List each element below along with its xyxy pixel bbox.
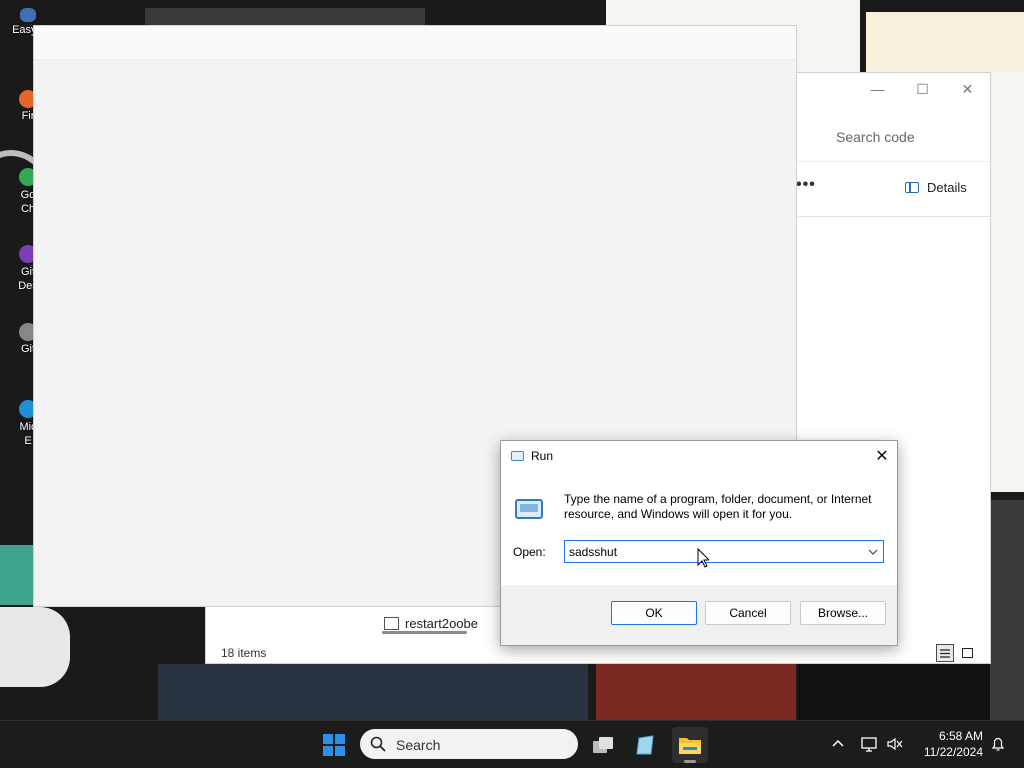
open-combobox[interactable] <box>564 540 884 563</box>
list-view-icon <box>940 648 950 658</box>
wallpaper-thumbs-bottom <box>158 664 588 720</box>
taskbar-app-button[interactable] <box>628 727 664 763</box>
status-item-count: 18 items <box>221 646 267 660</box>
file-explorer-taskbar-button[interactable] <box>672 727 708 763</box>
wallpaper-teal-panel <box>0 545 34 605</box>
wallpaper-thumb-strip <box>145 8 425 26</box>
minimize-button[interactable]: — <box>855 73 900 105</box>
ok-button[interactable]: OK <box>611 601 697 625</box>
chevron-up-icon <box>832 739 844 747</box>
start-button[interactable] <box>318 729 350 761</box>
volume-button[interactable] <box>885 734 905 754</box>
horizontal-scrollbar[interactable] <box>382 631 467 634</box>
run-app-icon <box>511 451 524 461</box>
cancel-button[interactable]: Cancel <box>705 601 791 625</box>
open-label: Open: <box>513 545 546 559</box>
network-status-button[interactable] <box>860 734 880 754</box>
tiles-view-button[interactable] <box>958 644 976 662</box>
more-options-button[interactable]: ••• <box>796 176 816 194</box>
active-indicator <box>684 760 696 763</box>
close-button[interactable]: ✕ <box>945 73 990 105</box>
show-hidden-icons-button[interactable] <box>829 734 847 752</box>
mouse-cursor-icon <box>697 548 709 568</box>
maximize-button[interactable]: ☐ <box>900 73 945 105</box>
browse-button[interactable]: Browse... <box>800 601 886 625</box>
notification-button[interactable] <box>988 734 1008 754</box>
blank-window-titlebar[interactable] <box>34 26 796 60</box>
easybcd-icon <box>20 8 36 22</box>
search-icon <box>370 736 386 752</box>
wallpaper-cartoon-right <box>866 12 1024 72</box>
task-view-icon <box>593 737 613 753</box>
taskbar-search-box[interactable]: Search <box>360 729 578 759</box>
app-icon <box>636 735 654 755</box>
network-icon <box>861 737 877 752</box>
wallpaper-terminal-text <box>798 664 990 720</box>
details-view-button[interactable] <box>936 644 954 662</box>
run-description: Type the name of a program, folder, docu… <box>564 492 872 521</box>
run-dialog-title: Run <box>531 449 554 463</box>
tiles-view-icon <box>961 648 973 658</box>
clock-time: 6:58 AM <box>938 729 983 743</box>
clock-date: 11/22/2024 <box>923 745 983 759</box>
taskbar-clock[interactable]: 6:58 AM 11/22/2024 <box>915 728 983 760</box>
file-explorer-icon <box>679 738 701 754</box>
view-toggle <box>936 644 976 662</box>
open-input[interactable] <box>569 543 859 560</box>
run-dialog[interactable]: Run ✕ Type the name of a program, folder… <box>500 440 898 646</box>
wallpaper-photo-bottom-right <box>990 500 1024 720</box>
taskbar: Search 6:58 AM 11/22/2024 <box>0 720 1024 768</box>
notification-bell-icon <box>991 737 1005 751</box>
chevron-down-icon[interactable] <box>865 544 881 560</box>
file-icon <box>384 617 399 630</box>
run-dialog-titlebar[interactable]: Run ✕ <box>501 441 897 471</box>
details-pane-icon <box>905 182 919 193</box>
explorer-search-input[interactable]: Search code <box>799 124 989 150</box>
wallpaper-figure <box>0 607 70 687</box>
windows-logo-icon <box>323 734 345 756</box>
file-row[interactable]: restart2oobe <box>384 616 478 631</box>
run-program-icon <box>515 499 543 519</box>
details-pane-button[interactable]: Details <box>905 180 967 195</box>
window-controls: — ☐ ✕ <box>855 73 990 105</box>
volume-muted-icon <box>887 737 903 751</box>
wallpaper-car-photo <box>596 664 796 720</box>
wallpaper-comic-right <box>990 72 1024 492</box>
run-close-button[interactable]: ✕ <box>867 441 897 471</box>
task-view-button[interactable] <box>585 727 621 763</box>
